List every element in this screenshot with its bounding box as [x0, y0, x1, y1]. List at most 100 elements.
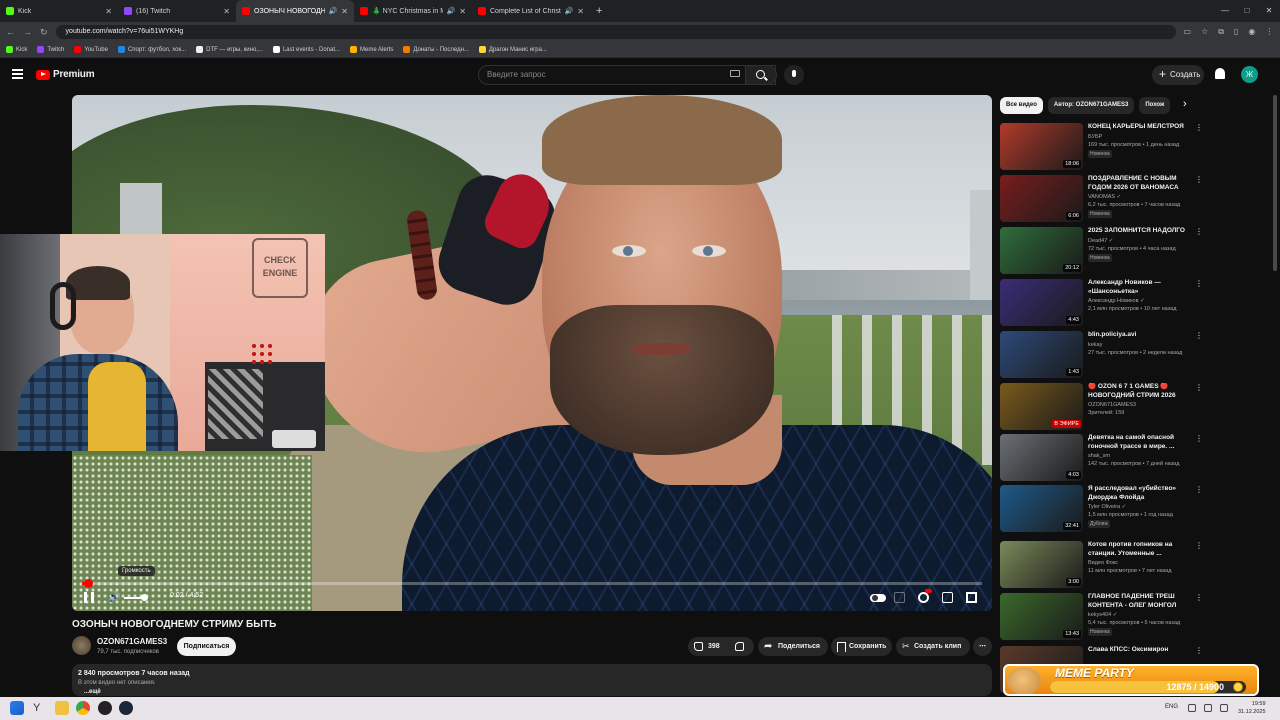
thumbs-down-icon[interactable] — [735, 642, 744, 651]
tab-audio-icon[interactable]: 🔊 — [565, 7, 574, 15]
system-clock[interactable]: 19:59 31.12.2025 — [1238, 700, 1266, 716]
more-options-icon[interactable]: ⋮ — [1195, 541, 1203, 550]
page-scrollbar[interactable] — [1273, 95, 1277, 271]
bookmark-item[interactable]: Kick — [6, 46, 27, 53]
sidepanel-icon[interactable]: ▯ — [1234, 27, 1238, 37]
url-input[interactable]: youtube.com/watch?v=76ui51WYKHg — [55, 25, 1176, 39]
chrome-icon[interactable] — [76, 701, 90, 715]
recommendation-title[interactable]: Девятка на самой опасной гоночной трассе… — [1088, 434, 1196, 451]
app-icon[interactable] — [98, 701, 112, 715]
extensions-icon[interactable]: ⧉ — [1218, 27, 1224, 37]
recommendation-channel[interactable]: БУБР — [1088, 134, 1102, 140]
recommendation-channel[interactable]: shak_sm — [1088, 453, 1110, 459]
tab-close-icon[interactable]: ✕ — [105, 7, 112, 16]
recommendation-title[interactable]: Слава КПСС: Оксимирон — [1088, 646, 1196, 655]
fullscreen-icon[interactable] — [966, 592, 977, 603]
recommendation-channel[interactable]: kekay — [1088, 342, 1102, 348]
recommendation-channel[interactable]: VANOMAS ✓ — [1088, 194, 1121, 200]
start-windows-icon[interactable] — [10, 701, 24, 715]
recommendation-item[interactable]: 3:00 Котов против гопников на станции. Ут… — [1000, 541, 1205, 591]
recommendation-item[interactable]: 4:43 Александр Новиков — «Шансоньетка» Але… — [1000, 279, 1205, 329]
filter-chip[interactable]: Похож — [1139, 97, 1171, 114]
keyboard-icon[interactable] — [730, 70, 740, 77]
close-window-icon[interactable]: ✕ — [1258, 0, 1280, 22]
cast-icon[interactable]: ▭ — [1184, 27, 1192, 37]
more-options-icon[interactable]: ⋮ — [1195, 227, 1203, 236]
tab-close-icon[interactable]: ✕ — [459, 7, 466, 16]
recommendation-channel[interactable]: OZON671GAMES3 — [1088, 402, 1136, 408]
recommendation-title[interactable]: ГЛАВНОЕ ПАДЕНИЕ ТРЕШ КОНТЕНТА - ОЛЕГ МОН… — [1088, 593, 1196, 610]
more-options-icon[interactable]: ⋮ — [1195, 331, 1203, 340]
bookmark-star-icon[interactable]: ☆ — [1201, 27, 1208, 37]
more-options-icon[interactable]: ⋮ — [1195, 593, 1203, 602]
subscribe-button[interactable]: Подписаться — [177, 637, 236, 656]
miniplayer-icon[interactable] — [942, 592, 953, 603]
bookmark-item[interactable]: YouTube — [74, 46, 108, 53]
tab-audio-icon[interactable]: 🔊 — [447, 7, 456, 15]
input-language[interactable]: ENG — [1165, 704, 1178, 710]
settings-gear-icon[interactable] — [918, 589, 932, 603]
reload-icon[interactable]: ↻ — [40, 27, 48, 38]
recommendation-item[interactable]: 32:41 Я расследовал «убийство» Джорджа Фл… — [1000, 485, 1205, 535]
bookmark-item[interactable]: Донаты - Последн... — [403, 46, 469, 53]
browser-tab[interactable]: 🎄 NYC Christmas in Manh 🔊✕ — [354, 0, 472, 22]
notifications-bell-icon[interactable] — [1215, 68, 1225, 79]
video-thumbnail[interactable]: 1:43 — [1000, 331, 1083, 378]
recommendation-item[interactable]: 18:06 КОНЕЦ КАРЬЕРЫ МЕЛСТРОЯ БУБР 169 тыс. … — [1000, 123, 1205, 173]
video-thumbnail[interactable]: 3:00 — [1000, 541, 1083, 588]
more-options-icon[interactable]: ⋮ — [1195, 485, 1203, 494]
recommendation-item[interactable]: 13:43 ГЛАВНОЕ ПАДЕНИЕ ТРЕШ КОНТЕНТА - ОЛЕ… — [1000, 593, 1205, 643]
video-thumbnail[interactable]: 6:06 — [1000, 175, 1083, 222]
search-button[interactable] — [745, 65, 777, 85]
speaker-icon[interactable] — [1204, 704, 1212, 712]
recommendation-title[interactable]: blin.policiya.avi — [1088, 331, 1196, 340]
recommendation-title[interactable]: Котов против гопников на станции. Утомен… — [1088, 541, 1196, 558]
filter-chip[interactable]: Автор: OZON671GAMES3 — [1047, 97, 1135, 114]
video-thumbnail[interactable]: 32:41 — [1000, 485, 1083, 532]
autoplay-toggle[interactable] — [870, 594, 886, 602]
pause-icon[interactable] — [84, 592, 94, 603]
profile-icon[interactable]: ◉ — [1248, 27, 1255, 37]
chevron-right-icon[interactable]: › — [1183, 98, 1187, 110]
browser-tab[interactable]: Complete List of Christmas 🔊✕ — [472, 0, 590, 22]
bookmark-item[interactable]: DTF — игры, кино,... — [196, 46, 263, 53]
battery-icon[interactable] — [1220, 704, 1228, 712]
forward-icon[interactable]: → — [23, 27, 32, 37]
recommendation-title[interactable]: Александр Новиков — «Шансоньетка» — [1088, 279, 1196, 296]
recommendation-channel[interactable]: Tyler Oliveira ✓ — [1088, 504, 1126, 510]
description-more-link[interactable]: ...ещё — [84, 689, 101, 695]
description-box[interactable] — [72, 664, 992, 696]
taskbar-search-icon[interactable]: Y — [33, 702, 40, 714]
maximize-icon[interactable]: □ — [1236, 0, 1258, 22]
minimize-icon[interactable]: — — [1214, 0, 1236, 22]
recommendation-channel[interactable]: Dead47 ✓ — [1088, 238, 1113, 244]
volume-slider[interactable] — [124, 594, 149, 601]
more-options-icon[interactable]: ⋮ — [1195, 279, 1203, 288]
channel-name[interactable]: OZON671GAMES3 — [97, 637, 167, 646]
voice-search-icon[interactable] — [784, 65, 804, 85]
recommendation-title[interactable]: 2025 ЗАПОМНИТСЯ НАДОЛГО — [1088, 227, 1196, 236]
tab-close-icon[interactable]: ✕ — [577, 7, 584, 16]
file-explorer-icon[interactable] — [55, 701, 69, 715]
save-button[interactable]: Сохранить — [831, 637, 892, 656]
account-avatar[interactable]: Ж — [1241, 66, 1258, 83]
recommendation-channel[interactable]: kekys404 ✓ — [1088, 612, 1117, 618]
video-thumbnail[interactable]: 18:06 — [1000, 123, 1083, 170]
recommendation-item[interactable]: 1:43 blin.policiya.avi kekay 27 тыс. просмо… — [1000, 331, 1205, 381]
recommendation-channel[interactable]: Александр Новиков ✓ — [1088, 298, 1145, 304]
recommendation-item[interactable]: 20:12 2025 ЗАПОМНИТСЯ НАДОЛГО Dead47 ✓ 72 т… — [1000, 227, 1205, 277]
browser-tab[interactable]: ОЗОНЫЧ НОВОГОДНЕМУ 🔊✕ — [236, 0, 354, 22]
youtube-logo[interactable]: Premium — [36, 69, 95, 80]
more-options-icon[interactable]: ⋮ — [1195, 123, 1203, 132]
recommendation-item[interactable]: В ЭФИРЕ 🔴 OZON 6 7 1 GAMES 🔴 НОВОГОДНИЙ С… — [1000, 383, 1205, 433]
bookmark-item[interactable]: Meme Alerts — [350, 46, 393, 53]
tab-audio-icon[interactable]: 🔊 — [329, 7, 338, 15]
tab-close-icon[interactable]: ✕ — [223, 7, 230, 16]
recommendation-title[interactable]: Я расследовал «убийство» Джорджа Флойда — [1088, 485, 1196, 502]
subtitles-icon[interactable] — [894, 592, 905, 603]
video-thumbnail[interactable]: 20:12 — [1000, 227, 1083, 274]
bookmark-item[interactable]: Last events - Donat... — [272, 46, 340, 53]
video-thumbnail[interactable]: В ЭФИРЕ — [1000, 383, 1083, 430]
bookmark-item[interactable]: Twitch — [37, 46, 64, 53]
video-thumbnail[interactable]: 13:43 — [1000, 593, 1083, 640]
